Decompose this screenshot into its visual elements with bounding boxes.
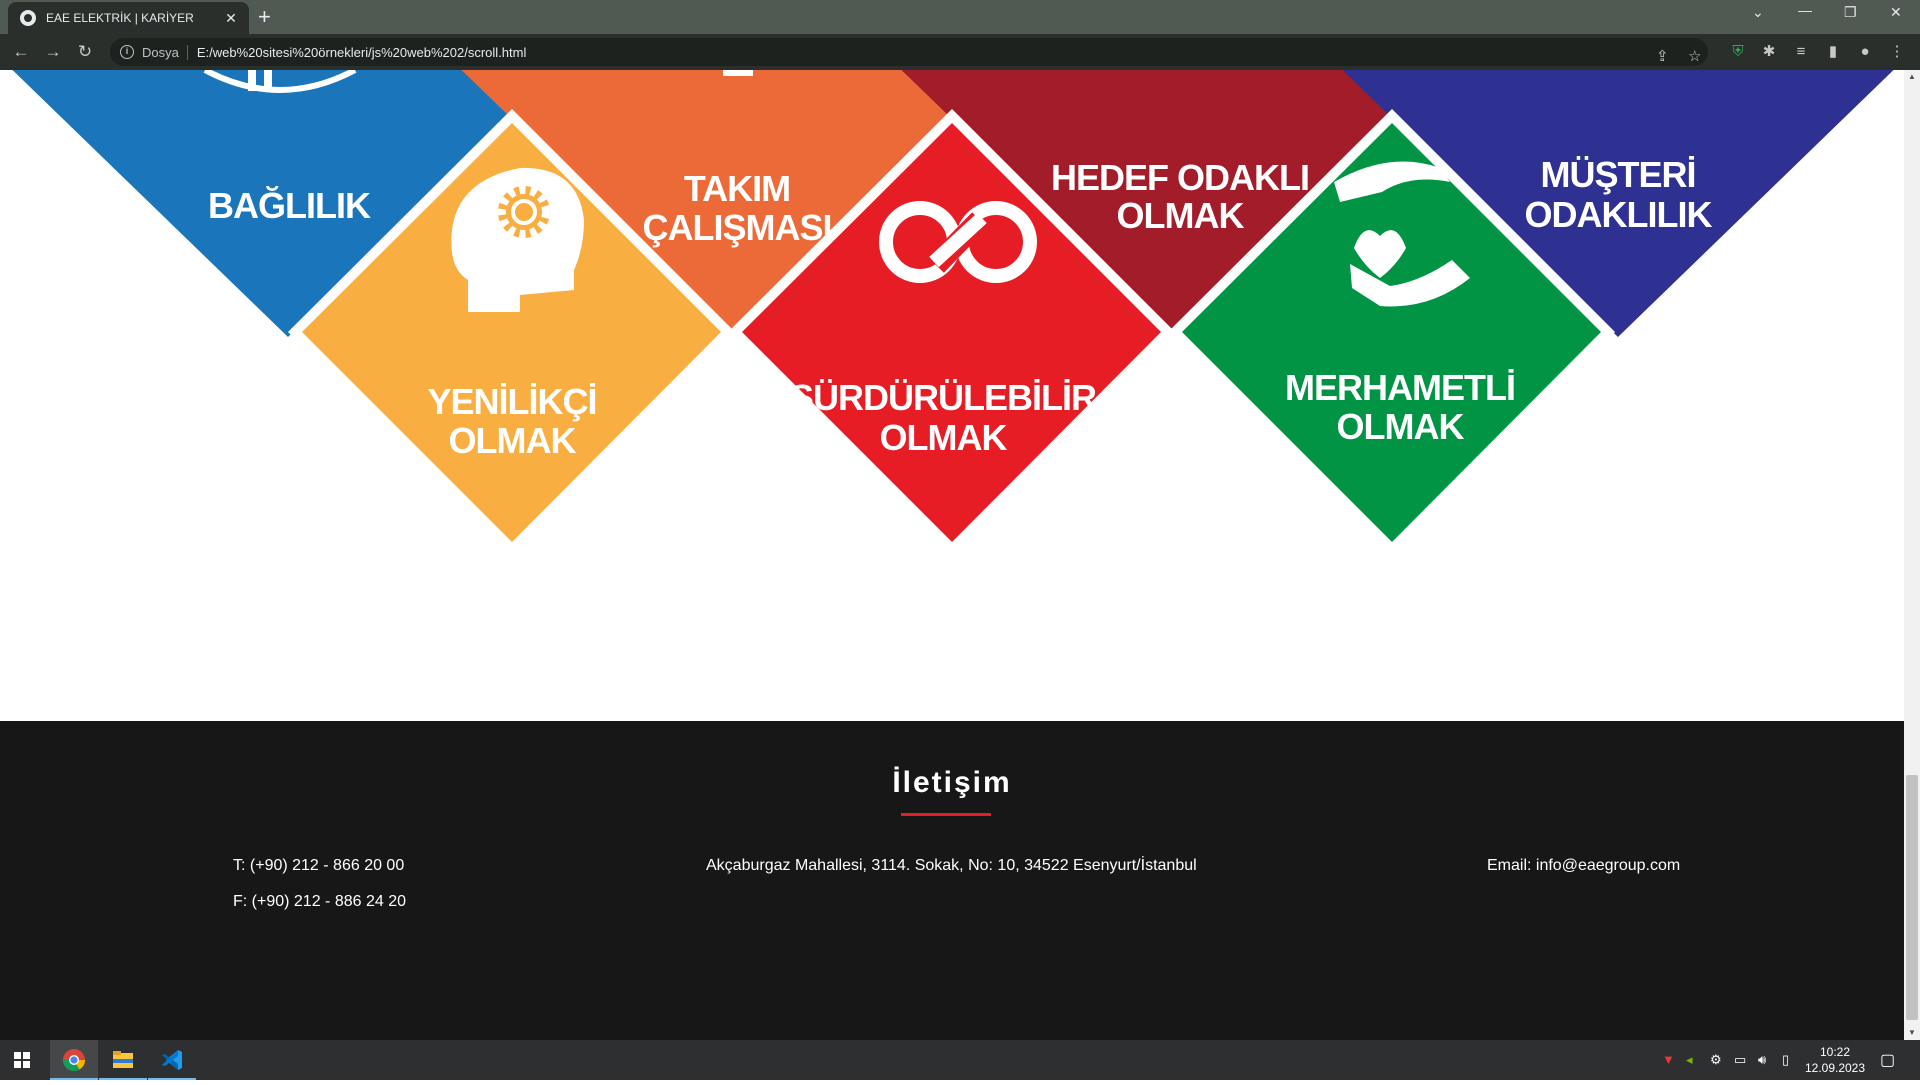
vscode-icon	[162, 1050, 182, 1070]
value-label-teamwork-2: ÇALIŞMASI	[643, 207, 832, 248]
taskbar-chrome[interactable]	[50, 1040, 98, 1080]
chrome-icon	[63, 1049, 85, 1071]
browser-toolbar: ← → ↻ i Dosya E:/web%20sitesi%20örnekler…	[0, 34, 1920, 70]
value-label-customer-2: ODAKLILIK	[1525, 194, 1713, 235]
footer-title-underline	[901, 813, 991, 816]
notification-center-icon[interactable]: ▢	[1880, 1050, 1895, 1070]
back-icon[interactable]: ←	[10, 41, 32, 63]
footer-phone: T: (+90) 212 - 866 20 00	[233, 857, 405, 874]
folder-icon	[113, 1051, 133, 1068]
forward-icon[interactable]: →	[42, 41, 64, 63]
value-label-goal-1: HEDEF ODAKLI	[1051, 157, 1309, 198]
scroll-down-arrow-icon[interactable]: ▼	[1908, 1028, 1916, 1037]
side-panel-icon[interactable]: ▮	[1824, 43, 1842, 61]
tray-nvidia-icon[interactable]: ◂	[1686, 1052, 1693, 1068]
browser-tab[interactable]: EAE ELEKTRİK | KARİYER ✕	[8, 2, 249, 34]
value-label-compassionate-1: MERHAMETLİ	[1285, 367, 1515, 408]
restore-icon[interactable]: ❐	[1844, 4, 1857, 21]
taskbar-clock[interactable]: 10:22 12.09.2023	[1800, 1044, 1870, 1076]
tray-volume-icon[interactable]: 🔊︎	[1758, 1052, 1766, 1068]
address-bar[interactable]: i Dosya E:/web%20sitesi%20örnekleri/js%2…	[110, 38, 1708, 66]
new-tab-button[interactable]: +	[258, 6, 271, 28]
tab-close-icon[interactable]: ✕	[223, 10, 239, 27]
share-icon[interactable]: ⇪	[1656, 47, 1669, 65]
tray-display-icon[interactable]: ▭	[1734, 1052, 1746, 1068]
reload-icon[interactable]: ↻	[74, 41, 96, 63]
corporate-values-graphic: BAĞLILIK TAKIM ÇALIŞMASI HEDEF ODAKLI OL…	[12, 70, 1894, 556]
globe-icon	[20, 10, 36, 26]
tray-network-icon[interactable]: ⚙	[1710, 1052, 1722, 1068]
minimize-icon[interactable]: —	[1798, 2, 1812, 18]
footer-email[interactable]: Email: info@eaegroup.com	[1487, 857, 1680, 875]
url-text[interactable]: E:/web%20sitesi%20örnekleri/js%20web%202…	[197, 45, 527, 60]
scroll-up-arrow-icon[interactable]: ▲	[1908, 72, 1916, 81]
info-icon[interactable]: i	[120, 45, 134, 59]
close-window-icon[interactable]: ✕	[1890, 4, 1902, 21]
shield-extension-icon[interactable]: ⛨	[1729, 43, 1747, 61]
profile-avatar-icon[interactable]: ●	[1856, 43, 1874, 61]
taskbar-vscode[interactable]	[148, 1040, 196, 1080]
footer-address: Akçaburgaz Mahallesi, 3114. Sokak, No: 1…	[706, 857, 1197, 874]
value-label-customer-1: MÜŞTERİ	[1541, 154, 1696, 195]
teamwork-icon-fragment	[723, 70, 753, 76]
value-label-goal-2: OLMAK	[1117, 195, 1245, 236]
scrollbar-thumb[interactable]	[1906, 775, 1918, 1020]
page-scrollbar[interactable]: ▲ ▼	[1904, 70, 1920, 1040]
value-label-compassionate-2: OLMAK	[1337, 406, 1465, 447]
value-label-sustainable-2: OLMAK	[880, 417, 1008, 458]
tab-title: EAE ELEKTRİK | KARİYER	[46, 11, 194, 25]
extensions-puzzle-icon[interactable]: ✱	[1760, 43, 1778, 61]
tray-antivirus-icon[interactable]: ▼	[1662, 1052, 1675, 1067]
value-label-commitment: BAĞLILIK	[208, 185, 371, 226]
footer-fax: F: (+90) 212 - 886 24 20	[233, 893, 406, 910]
windows-start-icon[interactable]	[14, 1052, 30, 1068]
bookmark-star-icon[interactable]: ☆	[1688, 47, 1701, 65]
footer-title: İletişim	[892, 766, 1012, 799]
value-label-innovative-1: YENİLİKÇİ	[427, 381, 596, 422]
browser-tab-strip: EAE ELEKTRİK | KARİYER ✕ + ⌄ — ❐ ✕	[0, 0, 1920, 34]
windows-taskbar: ▼ ◂ ⚙ ▭ 🔊︎ ▯ 10:22 12.09.2023 ▢	[0, 1040, 1920, 1080]
contact-footer: İletişim T: (+90) 212 - 866 20 00 F: (+9…	[0, 721, 1904, 1040]
value-label-teamwork-1: TAKIM	[684, 168, 790, 209]
page-content: BAĞLILIK TAKIM ÇALIŞMASI HEDEF ODAKLI OL…	[0, 70, 1904, 1040]
menu-kebab-icon[interactable]: ⋮	[1888, 43, 1906, 61]
clock-date: 12.09.2023	[1804, 1061, 1866, 1075]
taskbar-file-explorer[interactable]	[99, 1040, 147, 1080]
tab-search-icon[interactable]: ⌄	[1752, 4, 1764, 21]
clock-time: 10:22	[1819, 1045, 1851, 1059]
media-control-icon[interactable]: ≡	[1792, 43, 1810, 61]
value-label-sustainable-1: SÜRDÜRÜLEBİLİR	[790, 377, 1097, 418]
value-label-innovative-2: OLMAK	[449, 420, 577, 461]
tray-battery-icon[interactable]: ▯	[1782, 1052, 1789, 1068]
address-scheme-label: Dosya	[142, 44, 188, 60]
